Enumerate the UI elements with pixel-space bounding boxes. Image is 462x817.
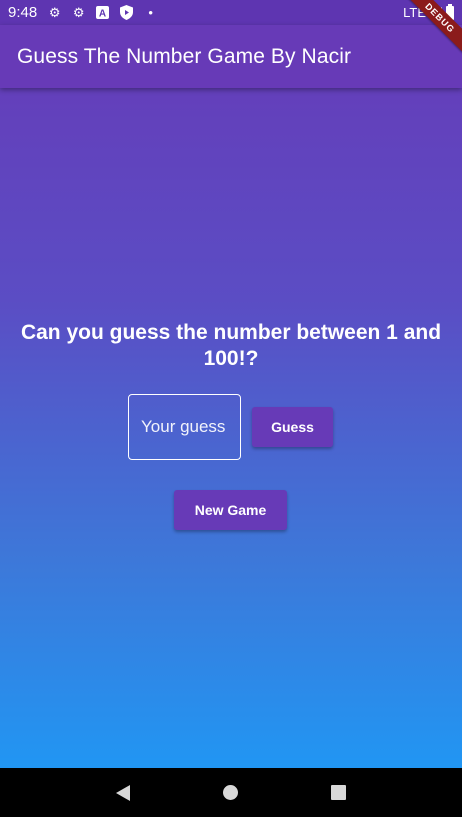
app-screen: 9:48 ⚙ ⚙ A • LTE Guess The Number Game B… [0,0,462,768]
back-icon[interactable] [116,784,131,801]
app-a-icon: A [95,5,110,20]
gear-icon: ⚙ [72,4,85,20]
navigation-bar [0,768,462,817]
new-game-button[interactable]: New Game [174,490,287,530]
guess-prompt: Can you guess the number between 1 and 1… [20,321,442,370]
gear-icon: ⚙ [48,4,61,20]
home-icon[interactable] [222,785,238,800]
recent-apps-icon[interactable] [330,785,346,800]
app-bar: Guess The Number Game By Nacir [0,25,462,88]
status-notification-icons: ⚙ ⚙ A • [47,5,158,20]
shield-icon [119,5,134,20]
dot-icon: • [148,5,153,20]
status-time: 9:48 [8,4,38,21]
guess-input[interactable] [128,394,241,460]
app-title: Guess The Number Game By Nacir [17,44,352,68]
svg-text:A: A [99,9,106,20]
status-bar: 9:48 ⚙ ⚙ A • LTE [0,0,462,25]
guess-button[interactable]: Guess [252,407,333,447]
